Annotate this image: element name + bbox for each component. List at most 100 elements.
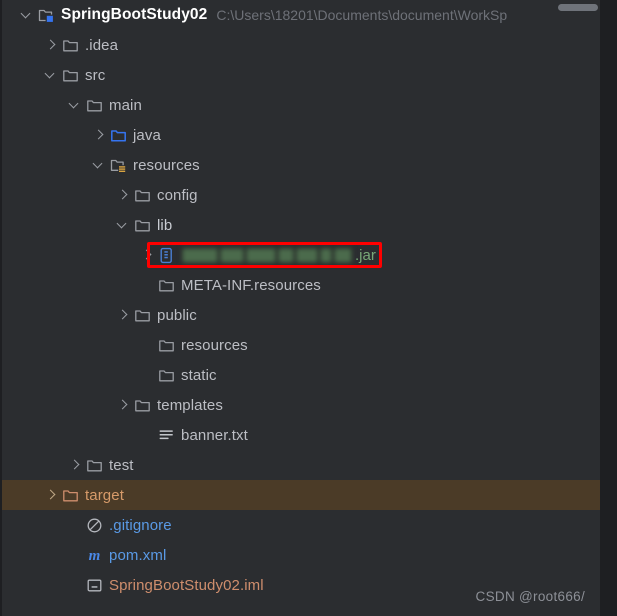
- tree-row-label: lib: [157, 216, 173, 234]
- tree-row[interactable]: META-INF.resources: [2, 270, 600, 300]
- chevron-right-icon[interactable]: [68, 458, 82, 472]
- folder-icon: [134, 397, 151, 414]
- tree-row-label: static: [181, 366, 217, 384]
- tree-row[interactable]: lib: [2, 210, 600, 240]
- tree-row-label: main: [109, 96, 142, 114]
- no-chevron-spacer: [140, 368, 154, 382]
- no-chevron-spacer: [68, 548, 82, 562]
- tree-row-label: .gitignore: [109, 516, 172, 534]
- tree-row[interactable]: m pom.xml: [2, 540, 600, 570]
- project-tool-window: SpringBootStudy02 C:\Users\18201\Document…: [0, 0, 617, 616]
- tree-row[interactable]: src: [2, 60, 600, 90]
- indent-spacer: [2, 495, 44, 496]
- tree-row[interactable]: .idea: [2, 30, 600, 60]
- indent-spacer: [2, 195, 116, 196]
- tree-row-label: META-INF.resources: [181, 276, 321, 294]
- indent-spacer: [2, 285, 140, 286]
- chevron-down-icon[interactable]: [68, 98, 82, 112]
- tree-row[interactable]: templates: [2, 390, 600, 420]
- iml-file-icon: [86, 577, 103, 594]
- folder-icon: [86, 97, 103, 114]
- tree-row-label: resources: [181, 336, 248, 354]
- jar-extension-label: .jar: [355, 246, 376, 264]
- tree-row-label: java: [133, 126, 161, 144]
- no-chevron-spacer: [140, 338, 154, 352]
- chevron-right-icon[interactable]: [140, 248, 154, 262]
- indent-spacer: [2, 75, 44, 76]
- no-chevron-spacer: [68, 518, 82, 532]
- tree-row-label: pom.xml: [109, 546, 167, 564]
- chevron-right-icon[interactable]: [92, 128, 106, 142]
- text-file-icon: [158, 427, 175, 444]
- tree-row-label: config: [157, 186, 198, 204]
- folder-icon: [134, 187, 151, 204]
- tree-row[interactable]: resources: [2, 150, 600, 180]
- tree-row-label: .idea: [85, 36, 119, 54]
- tree-row[interactable]: test: [2, 450, 600, 480]
- project-file-tree[interactable]: SpringBootStudy02 C:\Users\18201\Document…: [2, 0, 600, 600]
- tree-row[interactable]: target: [2, 480, 600, 510]
- tree-row[interactable]: config: [2, 180, 600, 210]
- folder-icon: [158, 367, 175, 384]
- folder-icon: [134, 307, 151, 324]
- tree-row-label: templates: [157, 396, 223, 414]
- tree-row-label: public: [157, 306, 197, 324]
- module-folder-icon: [38, 7, 55, 24]
- indent-spacer: [2, 585, 68, 586]
- indent-spacer: [2, 315, 116, 316]
- chevron-down-icon[interactable]: [44, 68, 58, 82]
- chevron-down-icon[interactable]: [92, 158, 106, 172]
- chevron-right-icon[interactable]: [44, 488, 58, 502]
- tree-row[interactable]: .jar: [2, 240, 600, 270]
- no-chevron-spacer: [68, 578, 82, 592]
- indent-spacer: [2, 525, 68, 526]
- chevron-right-icon[interactable]: [116, 398, 130, 412]
- gitignore-icon: [86, 517, 103, 534]
- tree-row[interactable]: java: [2, 120, 600, 150]
- tree-row-label: target: [85, 486, 124, 504]
- indent-spacer: [2, 45, 44, 46]
- chevron-down-icon[interactable]: [116, 218, 130, 232]
- tree-row-label: banner.txt: [181, 426, 248, 444]
- indent-spacer: [2, 465, 68, 466]
- folder-icon: [86, 457, 103, 474]
- tree-row[interactable]: static: [2, 360, 600, 390]
- folder-icon: [158, 277, 175, 294]
- tree-row-label: test: [109, 456, 134, 474]
- chevron-right-icon[interactable]: [116, 308, 130, 322]
- indent-spacer: [2, 255, 140, 256]
- tree-row[interactable]: .gitignore: [2, 510, 600, 540]
- indent-spacer: [2, 225, 116, 226]
- redacted-filename-blur: [181, 246, 353, 264]
- tree-row-label: SpringBootStudy02.iml: [109, 576, 264, 594]
- tree-row[interactable]: banner.txt: [2, 420, 600, 450]
- indent-spacer: [2, 435, 140, 436]
- chevron-right-icon[interactable]: [44, 38, 58, 52]
- indent-spacer: [2, 555, 68, 556]
- excluded-folder-icon: [62, 487, 79, 504]
- tree-row-label: resources: [133, 156, 200, 174]
- maven-icon: m: [88, 547, 101, 564]
- tree-row[interactable]: main: [2, 90, 600, 120]
- pane-right-strip: [600, 0, 617, 616]
- indent-spacer: [2, 105, 68, 106]
- tree-row-label: src: [85, 66, 106, 84]
- tree-row-label: SpringBootStudy02: [61, 6, 208, 23]
- folder-icon: [134, 217, 151, 234]
- indent-spacer: [2, 345, 140, 346]
- no-chevron-spacer: [140, 278, 154, 292]
- chevron-right-icon[interactable]: [116, 188, 130, 202]
- tree-row[interactable]: SpringBootStudy02 C:\Users\18201\Document…: [2, 0, 600, 30]
- source-root-folder-icon: [110, 127, 127, 144]
- folder-icon: [158, 337, 175, 354]
- chevron-down-icon[interactable]: [20, 8, 34, 22]
- indent-spacer: [2, 165, 92, 166]
- jar-archive-icon: [158, 247, 175, 264]
- resource-root-folder-icon: [110, 157, 127, 174]
- no-chevron-spacer: [140, 428, 154, 442]
- tree-row[interactable]: resources: [2, 330, 600, 360]
- tree-row[interactable]: public: [2, 300, 600, 330]
- indent-spacer: [2, 405, 116, 406]
- indent-spacer: [2, 135, 92, 136]
- watermark-text: CSDN @root666/: [475, 589, 585, 604]
